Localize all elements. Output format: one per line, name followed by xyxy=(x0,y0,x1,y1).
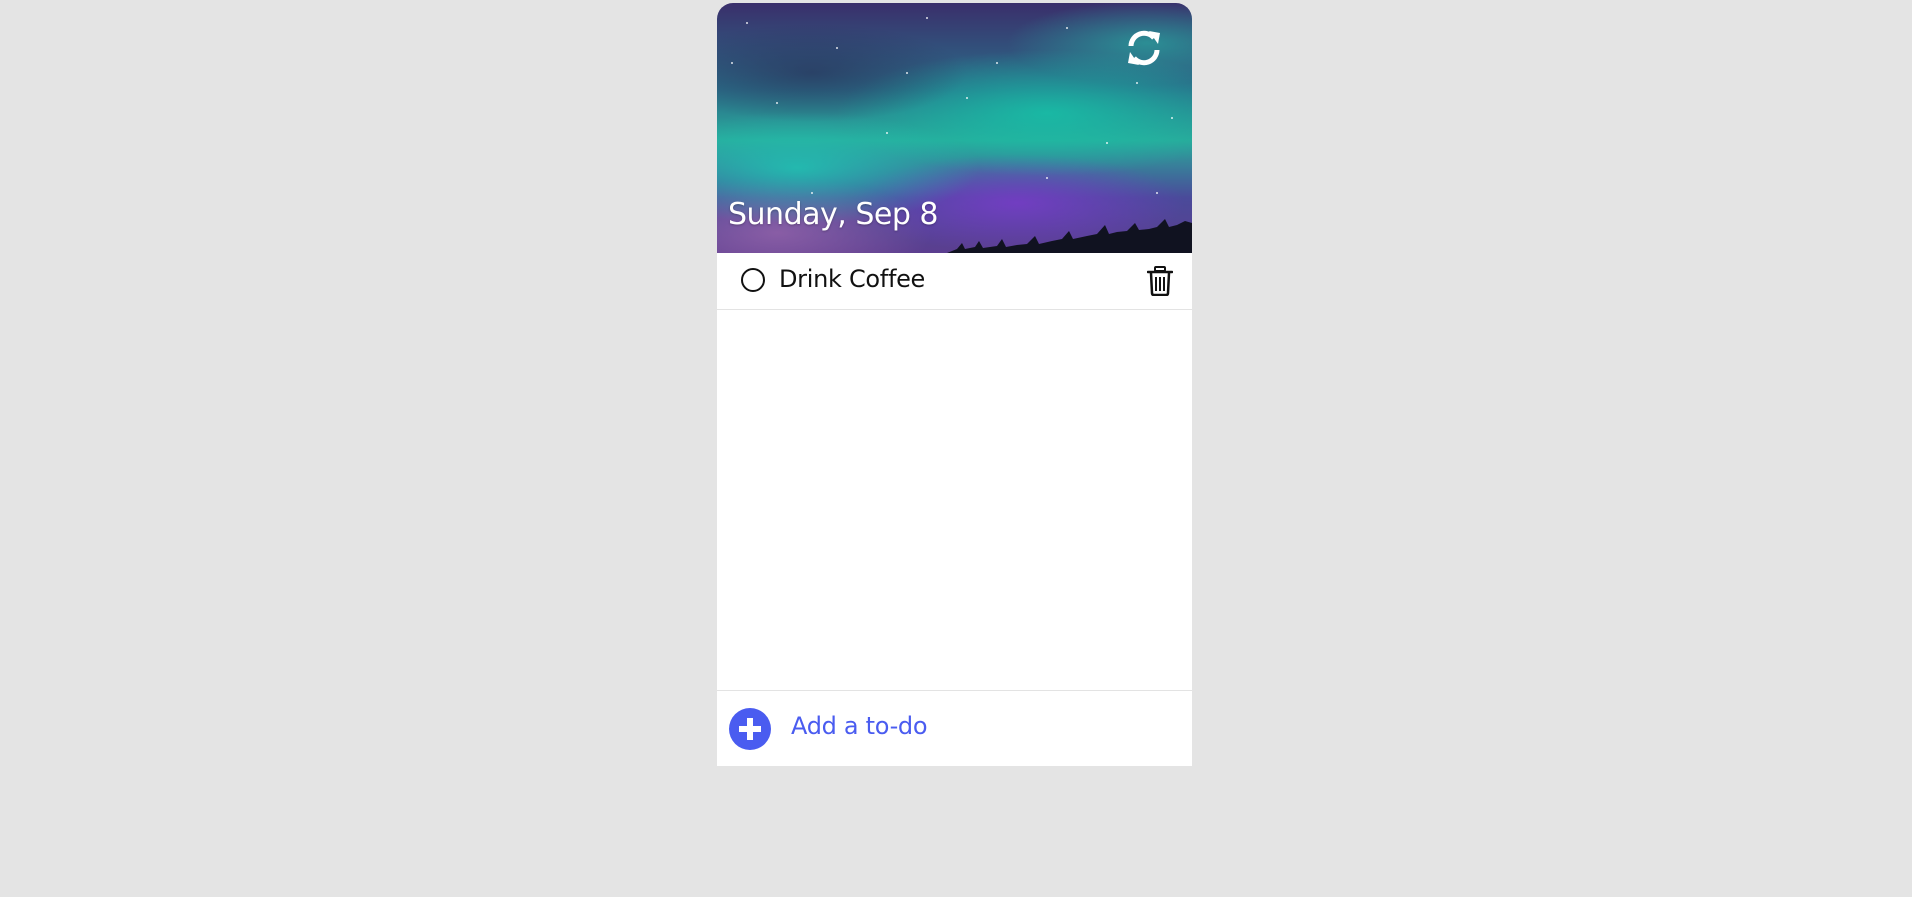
todo-text: Drink Coffee xyxy=(779,265,926,293)
add-todo-bar: Add a to-do xyxy=(717,690,1192,766)
add-todo-button[interactable] xyxy=(729,708,771,750)
trash-icon xyxy=(1146,266,1174,297)
delete-button[interactable] xyxy=(1146,266,1174,297)
date-heading: Sunday, Sep 8 xyxy=(728,197,939,232)
refresh-icon xyxy=(1128,30,1160,66)
add-todo-input[interactable]: Add a to-do xyxy=(791,712,928,740)
todo-item[interactable]: Drink Coffee xyxy=(717,253,1192,310)
plus-icon xyxy=(739,718,761,740)
todo-card: Sunday, Sep 8 Drink Coffee Add a to-do xyxy=(717,3,1192,766)
header-banner: Sunday, Sep 8 xyxy=(717,3,1192,253)
complete-checkbox[interactable] xyxy=(741,268,765,292)
todo-list: Drink Coffee xyxy=(717,253,1192,693)
refresh-button[interactable] xyxy=(1123,27,1165,69)
